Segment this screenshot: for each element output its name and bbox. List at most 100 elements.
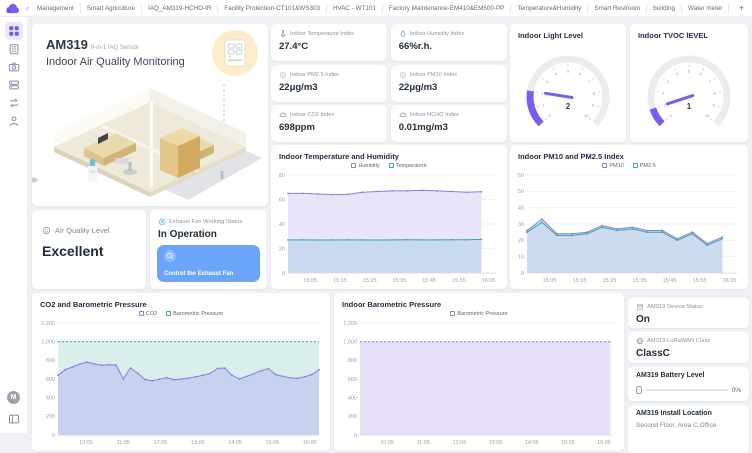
- svg-text:15:05: 15:05: [561, 440, 575, 446]
- svg-text:400: 400: [46, 396, 55, 402]
- svg-text:15:25: 15:25: [363, 278, 377, 284]
- air-quality-label: Air Quality Level: [55, 226, 110, 235]
- legend-item-pm10[interactable]: PM10: [602, 163, 623, 169]
- legend-item-co2[interactable]: CO2: [139, 311, 157, 317]
- svg-text:80: 80: [279, 173, 285, 179]
- svg-text:10:05: 10:05: [380, 440, 394, 446]
- svg-text:1,200: 1,200: [343, 321, 357, 327]
- tile-value: 0.01mg/m3: [399, 122, 499, 133]
- tabs-back-chevron[interactable]: ‹: [26, 4, 29, 13]
- control-exhaust-fan-button[interactable]: Control the Exhaust Fan: [157, 245, 260, 282]
- tile-label: Indoor PM2.5 Index: [290, 72, 339, 78]
- battery-level-card: AM319 Battery Level 0%: [628, 367, 749, 401]
- tab-iaq-am319-hcho-ir[interactable]: IAQ_AM319-HCHO-IR: [141, 3, 217, 14]
- svg-text:14:05: 14:05: [228, 440, 242, 446]
- svg-text:5: 5: [567, 68, 570, 73]
- exhaust-fan-card: Exhaust Fan Working Status In Operation …: [150, 210, 267, 289]
- legend-item-humidity[interactable]: Humidity: [351, 163, 379, 169]
- battery-percent: 0%: [732, 387, 741, 394]
- tab-water-meter[interactable]: Water meter: [681, 3, 728, 14]
- battery-slider-track[interactable]: [646, 389, 728, 391]
- tab-facility-protection-ct101-ws303[interactable]: Facility Protection-CT101&WS303: [217, 3, 326, 14]
- tab-smart-restroom[interactable]: Smart Restroom: [587, 3, 646, 14]
- svg-text:15:55: 15:55: [452, 278, 466, 284]
- tab-hvac-wt101[interactable]: HVAC - WT101: [326, 3, 382, 14]
- battery-level-title: AM319 Battery Level: [636, 372, 741, 379]
- dashboard-canvas: AM3199-in-1 IAQ Sensor Indoor Air Qualit…: [28, 17, 752, 433]
- tile-value: 66%r.h.: [399, 41, 499, 52]
- svg-text:20: 20: [518, 238, 524, 244]
- svg-text:13:05: 13:05: [489, 440, 503, 446]
- tile-indoor-pm10-index: Indoor PM10 Index 22μg/m3: [391, 65, 507, 102]
- chart-title: Indoor Barometric Pressure: [334, 293, 624, 309]
- battery-slider-knob[interactable]: [636, 386, 642, 394]
- sidebar-item-dashboard[interactable]: [5, 22, 23, 40]
- svg-text:12:05: 12:05: [154, 440, 168, 446]
- app-logo-icon[interactable]: [5, 3, 20, 14]
- svg-text:400: 400: [348, 396, 357, 402]
- sidebar-item-building[interactable]: [5, 40, 23, 58]
- sidebar-item-user[interactable]: [5, 112, 23, 130]
- tab-management[interactable]: Management: [31, 3, 80, 14]
- svg-text:8: 8: [593, 90, 596, 95]
- air-quality-card: Air Quality Level Excellent: [32, 210, 146, 289]
- tab-building[interactable]: building: [646, 3, 681, 14]
- svg-text:0: 0: [548, 113, 551, 118]
- svg-text:10: 10: [705, 113, 710, 118]
- install-location-value: Second Floor, Area C Office: [636, 422, 741, 429]
- light-level-gauge-card: Indoor Light Level 0123456789102: [510, 24, 626, 142]
- sidebar-item-workflow[interactable]: [5, 94, 23, 112]
- tab-factory-maintenance-em410-em500-pp[interactable]: Factory Maintenance-EM410&EM500-PP: [382, 3, 511, 14]
- svg-text:20: 20: [279, 246, 285, 252]
- svg-text:15:05: 15:05: [543, 278, 557, 284]
- svg-text:10:05: 10:05: [79, 440, 93, 446]
- svg-text:600: 600: [348, 377, 357, 383]
- svg-text:7: 7: [709, 79, 712, 84]
- svg-text:3: 3: [667, 79, 670, 84]
- sidebar-item-camera[interactable]: [5, 58, 23, 76]
- office-illustration: [32, 84, 268, 206]
- lorawan-class-value: ClassC: [636, 348, 741, 359]
- legend-item-temperature[interactable]: Temperature: [389, 163, 427, 169]
- fan-icon: [158, 218, 166, 226]
- svg-text:13:05: 13:05: [191, 440, 205, 446]
- svg-text:10: 10: [584, 113, 589, 118]
- svg-text:16:05: 16:05: [303, 440, 317, 446]
- chart-legend: PM10 PM2.5: [510, 161, 748, 170]
- legend-item-barometric-pressure[interactable]: Barometric Pressure: [450, 311, 507, 317]
- device-status-card: AM319 Device Status On: [628, 298, 749, 328]
- add-tab-button[interactable]: +: [731, 3, 752, 13]
- chart-title: CO2 and Barometric Pressure: [32, 293, 330, 309]
- co2-plot: 02004006008001,0001,20010:0511:0512:0513…: [37, 319, 325, 447]
- svg-text:40: 40: [279, 222, 285, 228]
- svg-text:15:35: 15:35: [393, 278, 407, 284]
- svg-text:1: 1: [542, 102, 545, 107]
- legend-item-pm2-5[interactable]: PM2.5: [633, 163, 656, 169]
- tile-indoor-humidity-index: Indoor Humidity Index 66%r.h.: [391, 24, 507, 61]
- droplet-icon: [399, 30, 407, 38]
- svg-text:30: 30: [518, 222, 524, 228]
- smiley-icon: [42, 226, 51, 235]
- sidebar-item-server[interactable]: [5, 76, 23, 94]
- tile-label: Indoor PM10 Index: [410, 72, 457, 78]
- fan-control-icon: [164, 250, 176, 262]
- legend-item-barometric-pressure[interactable]: Barometric Pressure: [166, 311, 223, 317]
- svg-text:1: 1: [663, 102, 666, 107]
- svg-text:6: 6: [700, 71, 703, 76]
- tab-smart-agriculture[interactable]: Smart Agriculture: [80, 3, 141, 14]
- svg-text:0: 0: [669, 113, 672, 118]
- avatar[interactable]: M: [7, 391, 20, 404]
- sidebar-collapse-icon[interactable]: [5, 410, 23, 428]
- air-quality-value: Excellent: [42, 243, 146, 259]
- battery-slider[interactable]: 0%: [636, 386, 741, 394]
- svg-text:1: 1: [687, 102, 692, 111]
- pm-icon: [279, 71, 287, 79]
- svg-text:8: 8: [714, 90, 717, 95]
- am319-hero-card: AM3199-in-1 IAQ Sensor Indoor Air Qualit…: [32, 24, 268, 206]
- barometric-plot: 02004006008001,0001,20010:0511:0512:0513…: [339, 319, 619, 447]
- hero-model: AM319: [46, 37, 88, 52]
- chart-title: Indoor PM10 and PM2.5 Index: [510, 145, 748, 161]
- lorawan-class-label: AM319 LoRaWAN Class: [647, 338, 710, 344]
- tab-temperature-humidity[interactable]: Temperature&Humidity: [510, 3, 587, 14]
- svg-text:15:15: 15:15: [333, 278, 347, 284]
